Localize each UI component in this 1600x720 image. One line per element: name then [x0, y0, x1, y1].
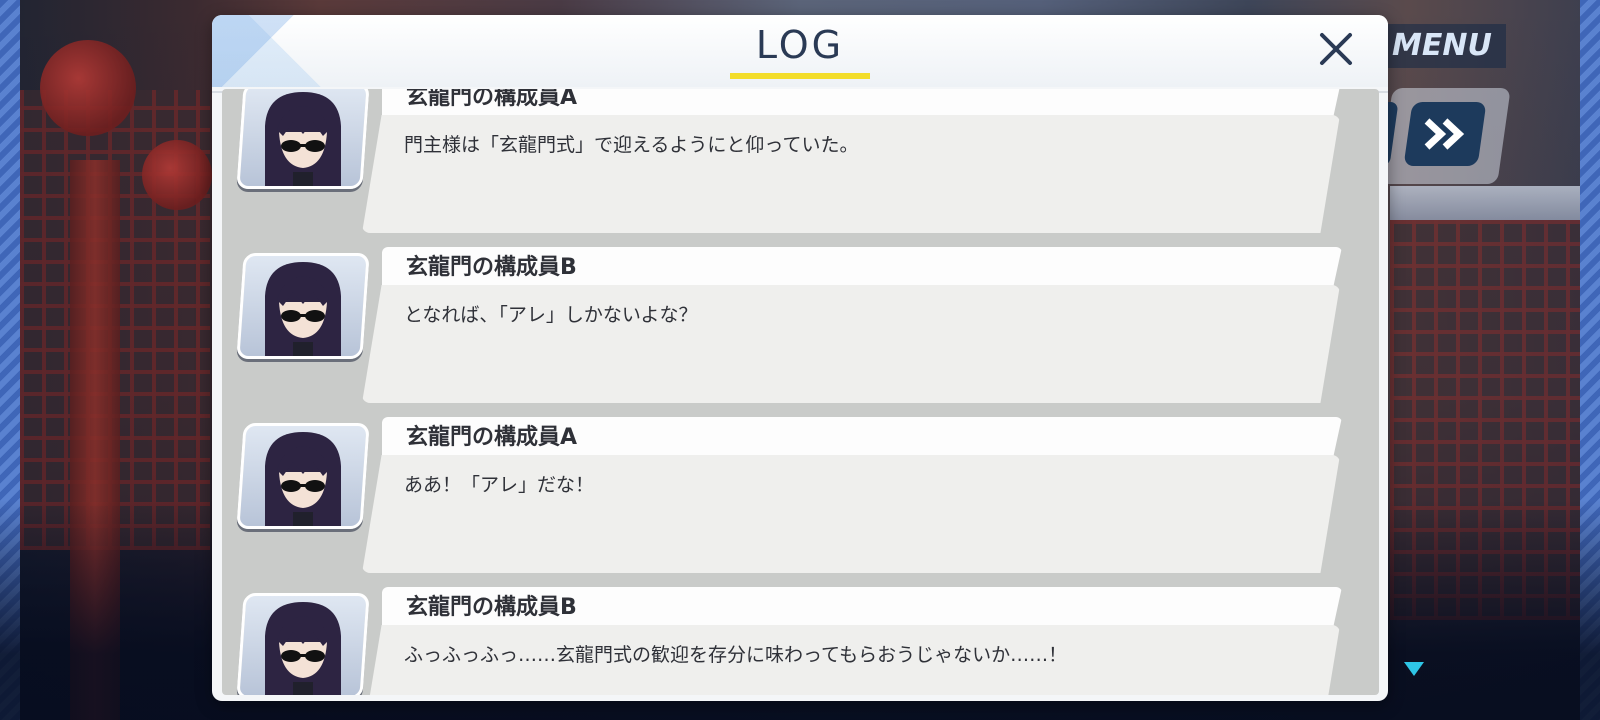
- speaker-name: 玄龍門の構成員A: [406, 425, 578, 450]
- modal-title: LOG: [755, 23, 845, 67]
- message-text: となれば、「アレ」しかないよな？: [404, 304, 698, 326]
- character-portrait-icon: [265, 432, 341, 526]
- fast-forward-button[interactable]: [1403, 102, 1487, 166]
- title-underline: [730, 73, 870, 79]
- message-text: ああ！「アレ」だな！: [404, 474, 595, 496]
- log-list[interactable]: 玄龍門の構成員A 門主様は「玄龍門式」で迎えるようにと仰っていた。 玄龍門の構成…: [222, 89, 1379, 695]
- log-entry: 玄龍門の構成員A ああ！「アレ」だな！: [222, 417, 1379, 577]
- roof-tiles: [1390, 186, 1580, 220]
- fast-forward-icon: [1424, 118, 1465, 150]
- character-portrait-icon: [265, 92, 341, 186]
- red-lantern: [142, 140, 212, 210]
- close-button[interactable]: [1312, 25, 1360, 73]
- menu-button[interactable]: MENU: [1386, 24, 1506, 68]
- log-entry: 玄龍門の構成員B となれば、「アレ」しかないよな？: [222, 247, 1379, 407]
- speaker-avatar: [236, 253, 370, 359]
- speaker-name: 玄龍門の構成員B: [406, 255, 577, 280]
- speaker-name: 玄龍門の構成員A: [406, 89, 578, 110]
- red-lantern: [40, 40, 136, 136]
- character-portrait-icon: [265, 602, 341, 695]
- next-indicator-icon: [1404, 662, 1424, 676]
- message-text: ふっふっふっ……玄龍門式の歓迎を存分に味わってもらおうじゃないか……！: [404, 644, 1068, 666]
- log-entry: 玄龍門の構成員A 門主様は「玄龍門式」で迎えるようにと仰っていた。: [222, 89, 1379, 237]
- message-text: 門主様は「玄龍門式」で迎えるようにと仰っていた。: [404, 134, 859, 156]
- speaker-avatar: [236, 593, 370, 695]
- log-entry: 玄龍門の構成員B ふっふっふっ……玄龍門式の歓迎を存分に味わってもらおうじゃない…: [222, 587, 1379, 695]
- log-modal: LOG 玄龍門の構成員A 門主様は「玄龍門式」で迎えるようにと仰っていた。 玄龍…: [212, 15, 1388, 701]
- character-portrait-icon: [265, 262, 341, 356]
- speaker-avatar: [236, 423, 370, 529]
- modal-header: LOG: [212, 15, 1388, 87]
- speaker-avatar: [236, 89, 370, 189]
- speaker-name: 玄龍門の構成員B: [406, 595, 577, 620]
- close-icon: [1320, 33, 1352, 65]
